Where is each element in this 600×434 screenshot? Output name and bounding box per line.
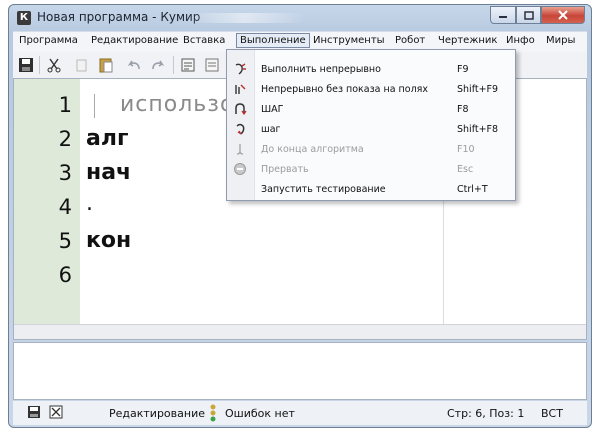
stop-icon (233, 162, 247, 176)
copy-icon (76, 59, 87, 72)
kumir-app-icon: К (17, 11, 31, 25)
menu-insert[interactable]: Вставка (183, 35, 225, 46)
menu-program[interactable]: Программа (19, 35, 78, 46)
menu-run[interactable]: Выполнение (236, 33, 310, 48)
menu-item-shortcut: F8 (457, 104, 469, 115)
lines-button[interactable] (203, 56, 221, 74)
save-status-icon[interactable] (27, 405, 41, 419)
save-icon (19, 58, 33, 72)
menu-item-shortcut: Ctrl+T (457, 184, 488, 195)
code-line[interactable]: . (86, 191, 93, 216)
window-title: Новая программа - Кумир (37, 10, 201, 24)
redo-icon (152, 60, 165, 70)
toolbar-separator (173, 56, 174, 74)
menu-item-step-out[interactable]: До конца алгоритма F10 (227, 140, 515, 159)
menu-robot[interactable]: Робот (395, 35, 425, 46)
lines-icon (205, 58, 219, 72)
menu-tools[interactable]: Инструменты (313, 35, 385, 46)
menu-item-shortcut: F9 (457, 64, 469, 75)
line-number: 2 (58, 127, 72, 151)
line-number: 4 (58, 195, 72, 219)
title-ghost (185, 13, 305, 23)
menu-item-label: шаг (261, 124, 281, 135)
traffic-light-icon (210, 404, 216, 422)
errors-label: Ошибок нет (225, 407, 295, 420)
menu-drawer[interactable]: Чертежник (438, 35, 497, 46)
menu-item-step-into[interactable]: шаг Shift+F8 (227, 120, 515, 139)
close-output-icon[interactable] (49, 405, 63, 419)
menu-item-label: До конца алгоритма (261, 144, 364, 155)
menu-edit[interactable]: Редактирование (91, 35, 178, 46)
redo-button[interactable] (149, 56, 167, 74)
menu-item-run-blind[interactable]: Непрерывно без показа на полях Shift+F9 (227, 80, 515, 99)
horizontal-scrollbar[interactable] (14, 324, 586, 339)
menu-item-run-tests[interactable]: Запустить тестирование Ctrl+T (227, 180, 515, 199)
menu-item-step-over[interactable]: ШАГ F8 (227, 100, 515, 119)
cut-button[interactable] (45, 56, 63, 74)
menu-item-shortcut: Shift+F9 (457, 84, 499, 95)
save-button[interactable] (17, 56, 35, 74)
window-controls (490, 6, 585, 26)
undo-button[interactable] (125, 56, 143, 74)
menu-item-label: Прервать (261, 164, 309, 175)
run-menu-dropdown: Выполнить непрерывно F9 Непрерывно без п… (226, 49, 516, 201)
code-line[interactable]: кон (86, 228, 131, 253)
output-panel[interactable] (13, 342, 587, 400)
menu-item-shortcut: F10 (457, 144, 475, 155)
line-number: 1 (58, 93, 72, 117)
title-bar[interactable]: К Новая программа - Кумир (9, 5, 591, 31)
code-line[interactable]: алг (86, 126, 128, 151)
code-line[interactable]: нач (86, 160, 131, 185)
step-into-icon (233, 122, 247, 136)
menu-item-shortcut: Esc (457, 164, 474, 175)
undo-icon (127, 60, 140, 70)
line-number: 3 (58, 161, 72, 185)
minimize-icon (499, 16, 507, 18)
menu-item-label: ШАГ (261, 104, 284, 115)
line-number-gutter: 1 2 3 4 5 6 (14, 79, 80, 325)
close-button[interactable] (541, 6, 585, 24)
step-out-icon (233, 142, 247, 156)
maximize-icon (523, 10, 534, 20)
close-icon (558, 10, 568, 20)
copy-button[interactable] (73, 56, 91, 74)
minimize-button[interactable] (490, 6, 516, 24)
insert-mode-indicator: ВСТ (541, 407, 563, 420)
menu-worlds[interactable]: Миры (546, 35, 575, 46)
code-line[interactable]: использо (120, 92, 234, 117)
edit-mode-label: Редактирование (109, 407, 205, 420)
run-blind-icon (233, 82, 247, 96)
cursor-position: Стр: 6, Поз: 1 (447, 407, 525, 420)
line-number: 5 (58, 229, 72, 253)
insert-line-button[interactable] (179, 56, 197, 74)
menu-item-run-continuous[interactable]: Выполнить непрерывно F9 (227, 60, 515, 79)
menu-item-label: Выполнить непрерывно (261, 64, 381, 75)
menu-item-label: Запустить тестирование (261, 184, 386, 195)
comment-marker (94, 94, 95, 118)
menu-item-shortcut: Shift+F8 (457, 124, 499, 135)
menu-info[interactable]: Инфо (506, 35, 535, 46)
menu-item-label: Непрерывно без показа на полях (261, 84, 428, 95)
paste-icon (99, 58, 113, 73)
maximize-button[interactable] (516, 6, 541, 24)
toolbar-separator (39, 56, 40, 74)
cut-icon (47, 58, 61, 73)
run-continuous-icon (233, 62, 247, 76)
line-number: 6 (58, 263, 72, 287)
step-over-icon (233, 102, 247, 116)
insert-line-icon (181, 58, 195, 72)
menu-item-stop[interactable]: Прервать Esc (227, 160, 515, 179)
paste-button[interactable] (97, 56, 115, 74)
status-bar: Редактирование Ошибок нет Стр: 6, Поз: 1… (13, 401, 587, 425)
